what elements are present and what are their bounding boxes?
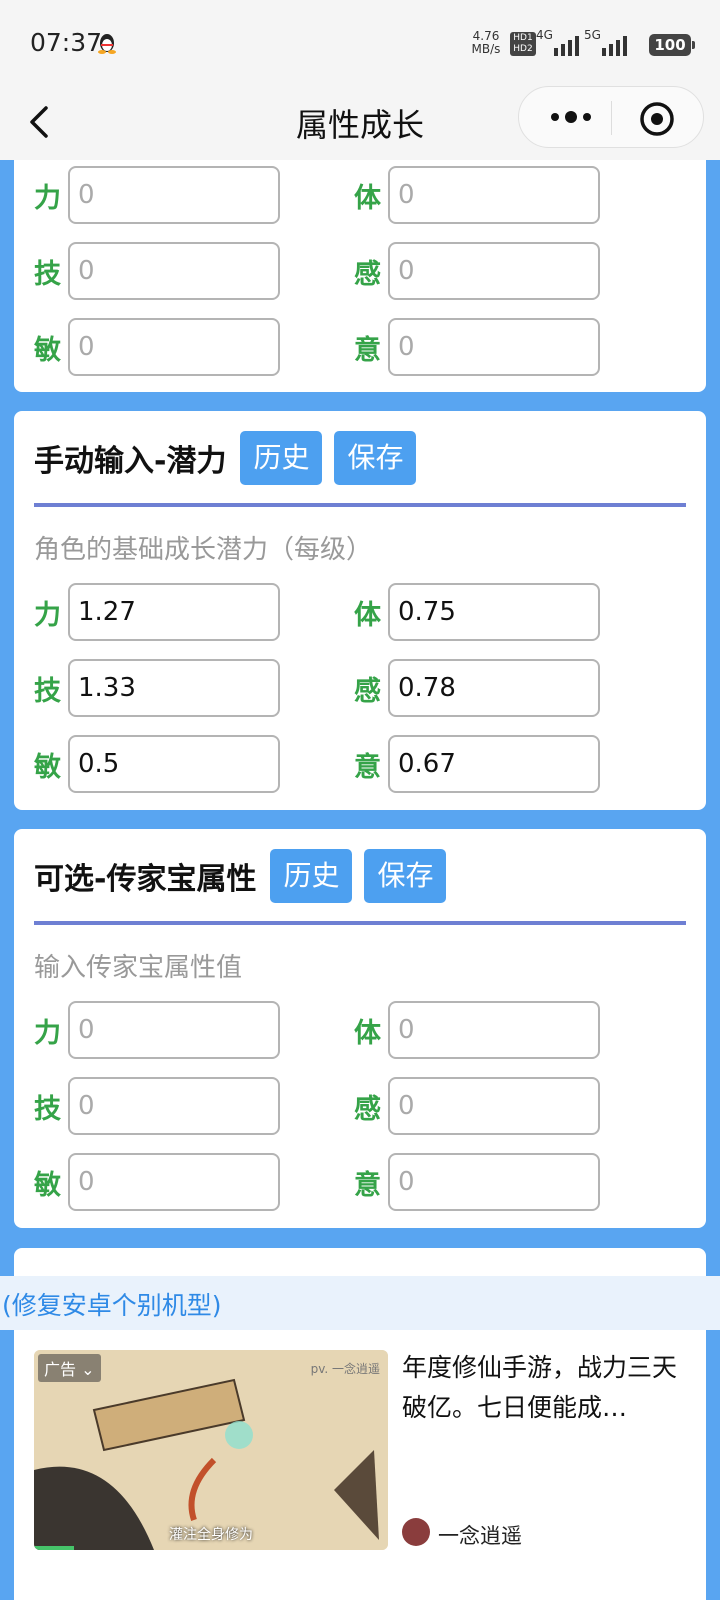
ad-watermark: pv. 一念逍遥 [310, 1362, 380, 1376]
potential-field-skill: 技 [34, 659, 280, 717]
heirloom-field-agility: 敏 [34, 1153, 280, 1211]
strength-input[interactable] [68, 166, 280, 224]
ad-author-name: 一念逍遥 [438, 1524, 522, 1548]
signal-5g-icon: 5G [584, 28, 632, 56]
heirloom-divider [34, 921, 686, 925]
potential-field-agility: 敏 [34, 735, 280, 793]
ad-container[interactable]: 广告 ⌄ pv. 一念逍遥 灌注全身修为 年度修仙手游，战力三天破亿。七日便能成… [14, 1330, 706, 1600]
signal-4g-icon: 4G [536, 28, 584, 56]
potential-field-constitution: 体 [354, 583, 600, 641]
constitution-input[interactable] [388, 166, 600, 224]
heirloom-card: 可选-传家宝属性 历史 保存 输入传家宝属性值 力 体 技 感 敏 意 [14, 829, 706, 1228]
heirloom-constitution-input[interactable] [388, 1001, 600, 1059]
close-target-icon[interactable] [639, 101, 675, 137]
heirloom-agility-input[interactable] [68, 1153, 280, 1211]
heirloom-card-title: 可选-传家宝属性 [34, 862, 257, 897]
potential-subtitle: 角色的基础成长潜力（每级） [34, 535, 373, 565]
heirloom-subtitle: 输入传家宝属性值 [34, 953, 243, 983]
network-speed: 4.76 MB/s [471, 29, 501, 56]
heirloom-will-input[interactable] [388, 1153, 600, 1211]
potential-history-button[interactable]: 历史 [240, 431, 323, 485]
heirloom-perception-input[interactable] [388, 1077, 600, 1135]
qq-penguin-icon [98, 34, 116, 54]
perception-input[interactable] [388, 242, 600, 300]
field-strength: 力 [34, 166, 280, 224]
field-skill: 技 [34, 242, 280, 300]
will-input[interactable] [388, 318, 600, 376]
status-time: 07:37 [30, 28, 103, 57]
ad-video-thumbnail[interactable]: 广告 ⌄ pv. 一念逍遥 灌注全身修为 [34, 1350, 388, 1550]
potential-card-title: 手动输入-潜力 [34, 444, 227, 479]
heirloom-card-header: 可选-传家宝属性 历史 保存 [34, 849, 458, 903]
potential-save-button[interactable]: 保存 [334, 431, 417, 485]
potential-agility-input[interactable] [68, 735, 280, 793]
agility-input[interactable] [68, 318, 280, 376]
ad-caption: 灌注全身修为 [169, 1527, 253, 1543]
heirloom-field-constitution: 体 [354, 1001, 600, 1059]
heirloom-strength-input[interactable] [68, 1001, 280, 1059]
status-bar: 07:37 4.76 MB/s HD1 HD2 4G 5G 100 [0, 0, 720, 86]
heirloom-skill-input[interactable] [68, 1077, 280, 1135]
heirloom-field-will: 意 [354, 1153, 600, 1211]
field-perception: 感 [354, 242, 600, 300]
ad-headline[interactable]: 年度修仙手游，战力三天破亿。七日便能成… [402, 1348, 690, 1428]
notice-banner[interactable]: (修复安卓个别机型) [0, 1276, 720, 1330]
battery-icon: 100 [649, 34, 695, 56]
potential-card-header: 手动输入-潜力 历史 保存 [34, 431, 428, 485]
field-agility: 敏 [34, 318, 280, 376]
ad-tag[interactable]: 广告 ⌄ [38, 1354, 101, 1382]
field-will: 意 [354, 318, 600, 376]
base-attributes-card: 力 体 技 感 敏 意 [14, 160, 706, 392]
heirloom-history-button[interactable]: 历史 [270, 849, 353, 903]
potential-skill-input[interactable] [68, 659, 280, 717]
heirloom-save-button[interactable]: 保存 [364, 849, 447, 903]
ad-author-avatar [402, 1518, 430, 1546]
nav-bar: 属性成长 [0, 86, 720, 160]
skill-input[interactable] [68, 242, 280, 300]
field-constitution: 体 [354, 166, 600, 224]
potential-field-strength: 力 [34, 583, 280, 641]
notice-banner-text: (修复安卓个别机型) [2, 1291, 222, 1320]
ad-progress-bar [34, 1546, 74, 1550]
hd-badge: HD1 HD2 [510, 32, 536, 56]
potential-field-will: 意 [354, 735, 600, 793]
heirloom-field-strength: 力 [34, 1001, 280, 1059]
potential-perception-input[interactable] [388, 659, 600, 717]
potential-will-input[interactable] [388, 735, 600, 793]
capsule-divider [611, 101, 612, 135]
potential-strength-input[interactable] [68, 583, 280, 641]
mini-program-capsule [518, 86, 704, 148]
heirloom-field-skill: 技 [34, 1077, 280, 1135]
heirloom-field-perception: 感 [354, 1077, 600, 1135]
potential-card: 手动输入-潜力 历史 保存 角色的基础成长潜力（每级） 力 体 技 感 敏 意 [14, 411, 706, 810]
potential-field-perception: 感 [354, 659, 600, 717]
potential-divider [34, 503, 686, 507]
potential-constitution-input[interactable] [388, 583, 600, 641]
more-dots-icon[interactable] [549, 107, 593, 127]
